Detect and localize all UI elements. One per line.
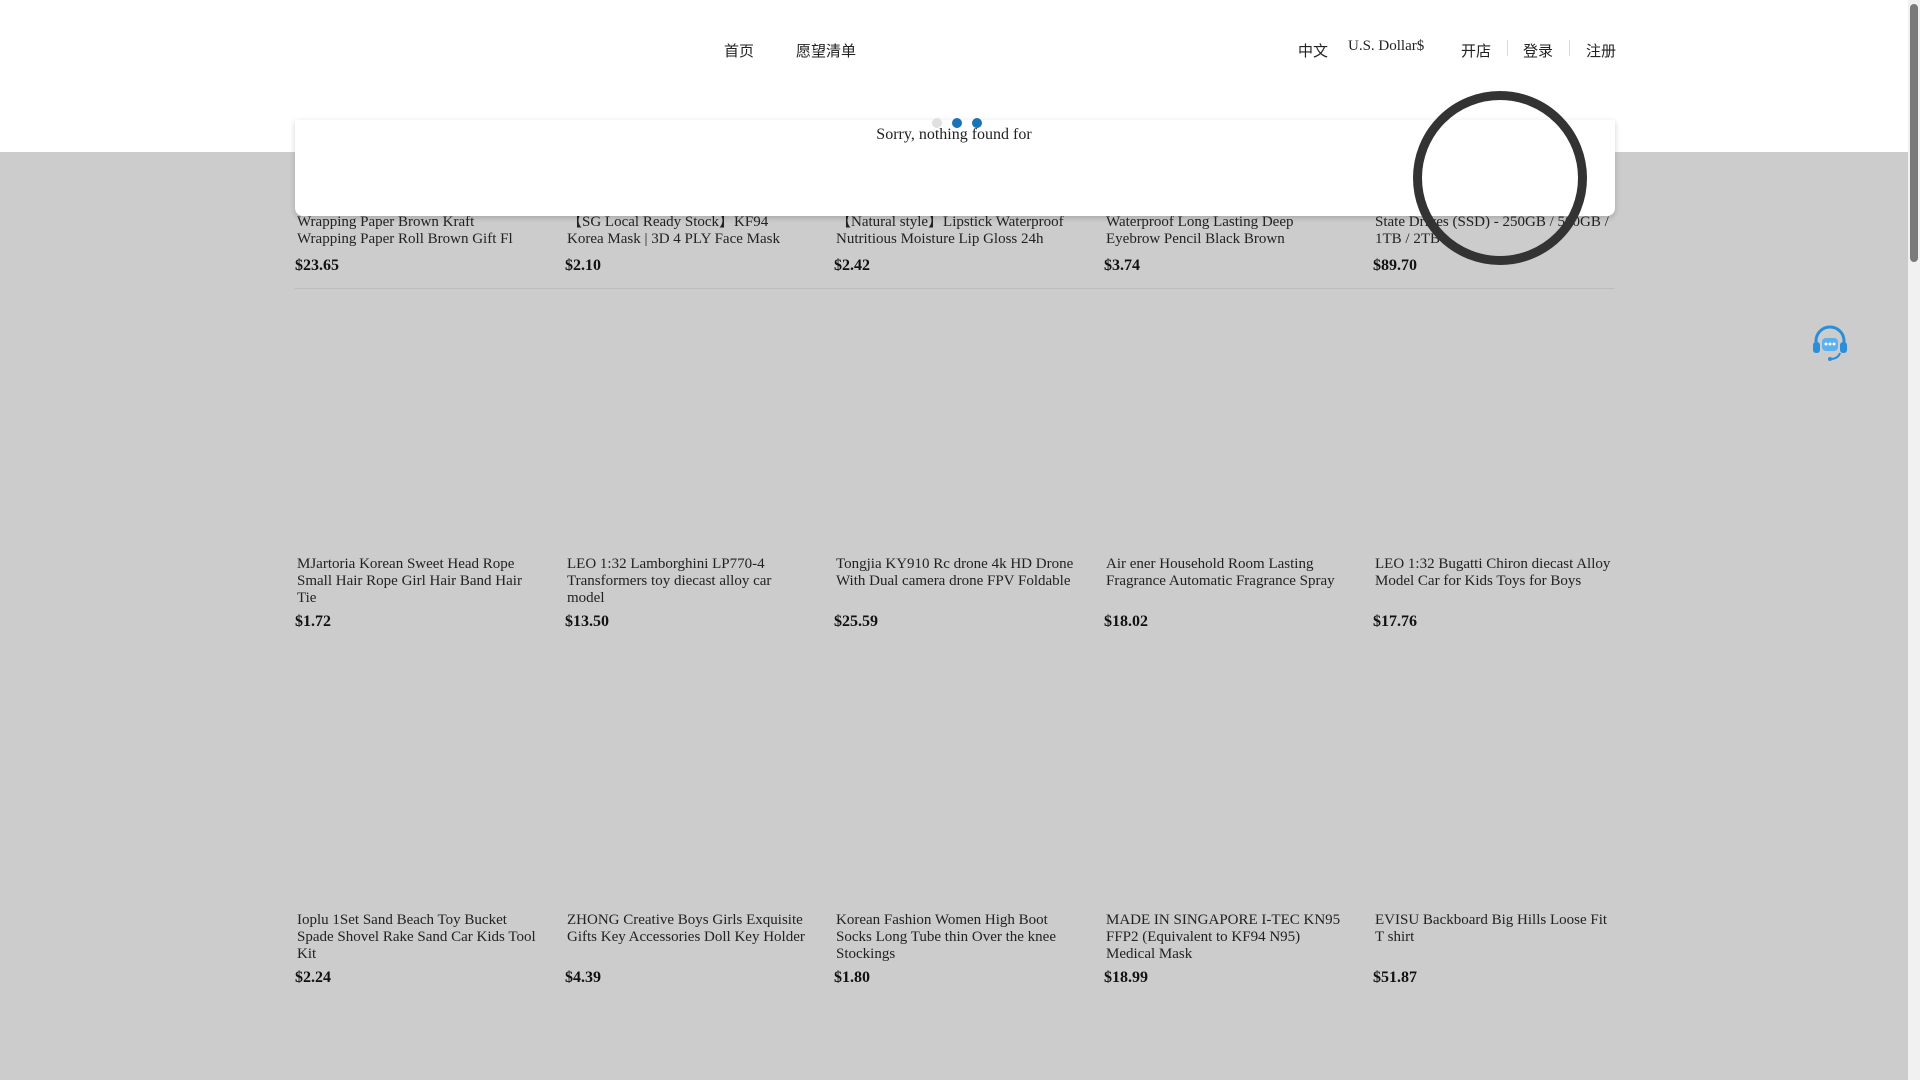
product-title[interactable]: 【Natural style】Lipstick Waterproof Nutri…: [836, 214, 1076, 248]
product-title[interactable]: Wrapping Paper Brown Kraft Wrapping Pape…: [297, 214, 537, 248]
register-link[interactable]: 注册: [1586, 40, 1616, 61]
product-price: $51.87: [1373, 969, 1417, 986]
login-link[interactable]: 登录: [1523, 40, 1553, 61]
product-price: $1.72: [295, 613, 331, 630]
product-price: $17.76: [1373, 613, 1417, 630]
product-title[interactable]: Waterproof Long Lasting Deep Eyebrow Pen…: [1106, 214, 1346, 248]
open-store-link[interactable]: 开店: [1461, 40, 1491, 61]
nav-divider: [1569, 40, 1570, 56]
product-price: $3.74: [1104, 257, 1140, 274]
language-selector[interactable]: 中文: [1298, 40, 1328, 61]
nav-home-link[interactable]: 首页: [724, 40, 754, 61]
product-price: $2.24: [295, 969, 331, 986]
product-price: $25.59: [834, 613, 878, 630]
product-title[interactable]: LEO 1:32 Bugatti Chiron diecast Alloy Mo…: [1375, 556, 1615, 607]
loading-spinner-icon: [1413, 91, 1587, 265]
product-price: $1.80: [834, 969, 870, 986]
product-price: $89.70: [1373, 257, 1417, 274]
nav-divider: [1507, 40, 1508, 56]
product-title[interactable]: LEO 1:32 Lamborghini LP770-4 Transformer…: [567, 556, 807, 607]
product-title[interactable]: Korean Fashion Women High Boot Socks Lon…: [836, 912, 1076, 963]
scrollbar-thumb[interactable]: [1910, 4, 1918, 262]
product-title[interactable]: MADE IN SINGAPORE I-TEC KN95 FFP2 (Equiv…: [1106, 912, 1346, 963]
product-price: $18.99: [1104, 969, 1148, 986]
no-results-message: Sorry, nothing found for: [876, 126, 1032, 143]
product-price: $13.50: [565, 613, 609, 630]
product-price: $18.02: [1104, 613, 1148, 630]
product-price: $2.42: [834, 257, 870, 274]
product-title[interactable]: EVISU Backboard Big Hills Loose Fit T sh…: [1375, 912, 1615, 963]
product-price: $2.10: [565, 257, 601, 274]
product-price: $4.39: [565, 969, 601, 986]
product-title[interactable]: 【SG Local Ready Stock】KF94 Korea Mask | …: [567, 214, 807, 248]
customer-support-icon[interactable]: [1810, 323, 1850, 363]
product-title[interactable]: Ioplu 1Set Sand Beach Toy Bucket Spade S…: [297, 912, 537, 963]
product-title[interactable]: Air ener Household Room Lasting Fragranc…: [1106, 556, 1346, 607]
headset-icon: [1813, 325, 1847, 361]
product-title[interactable]: Tongjia KY910 Rc drone 4k HD Drone With …: [836, 556, 1076, 607]
nav-wishlist-link[interactable]: 愿望清单: [796, 40, 856, 61]
product-price: $23.65: [295, 257, 339, 274]
product-title[interactable]: MJartoria Korean Sweet Head Rope Small H…: [297, 556, 537, 607]
product-title[interactable]: ZHONG Creative Boys Girls Exquisite Gift…: [567, 912, 807, 963]
currency-selector[interactable]: U.S. Dollar$: [1348, 38, 1424, 55]
row-divider: [295, 288, 1615, 289]
